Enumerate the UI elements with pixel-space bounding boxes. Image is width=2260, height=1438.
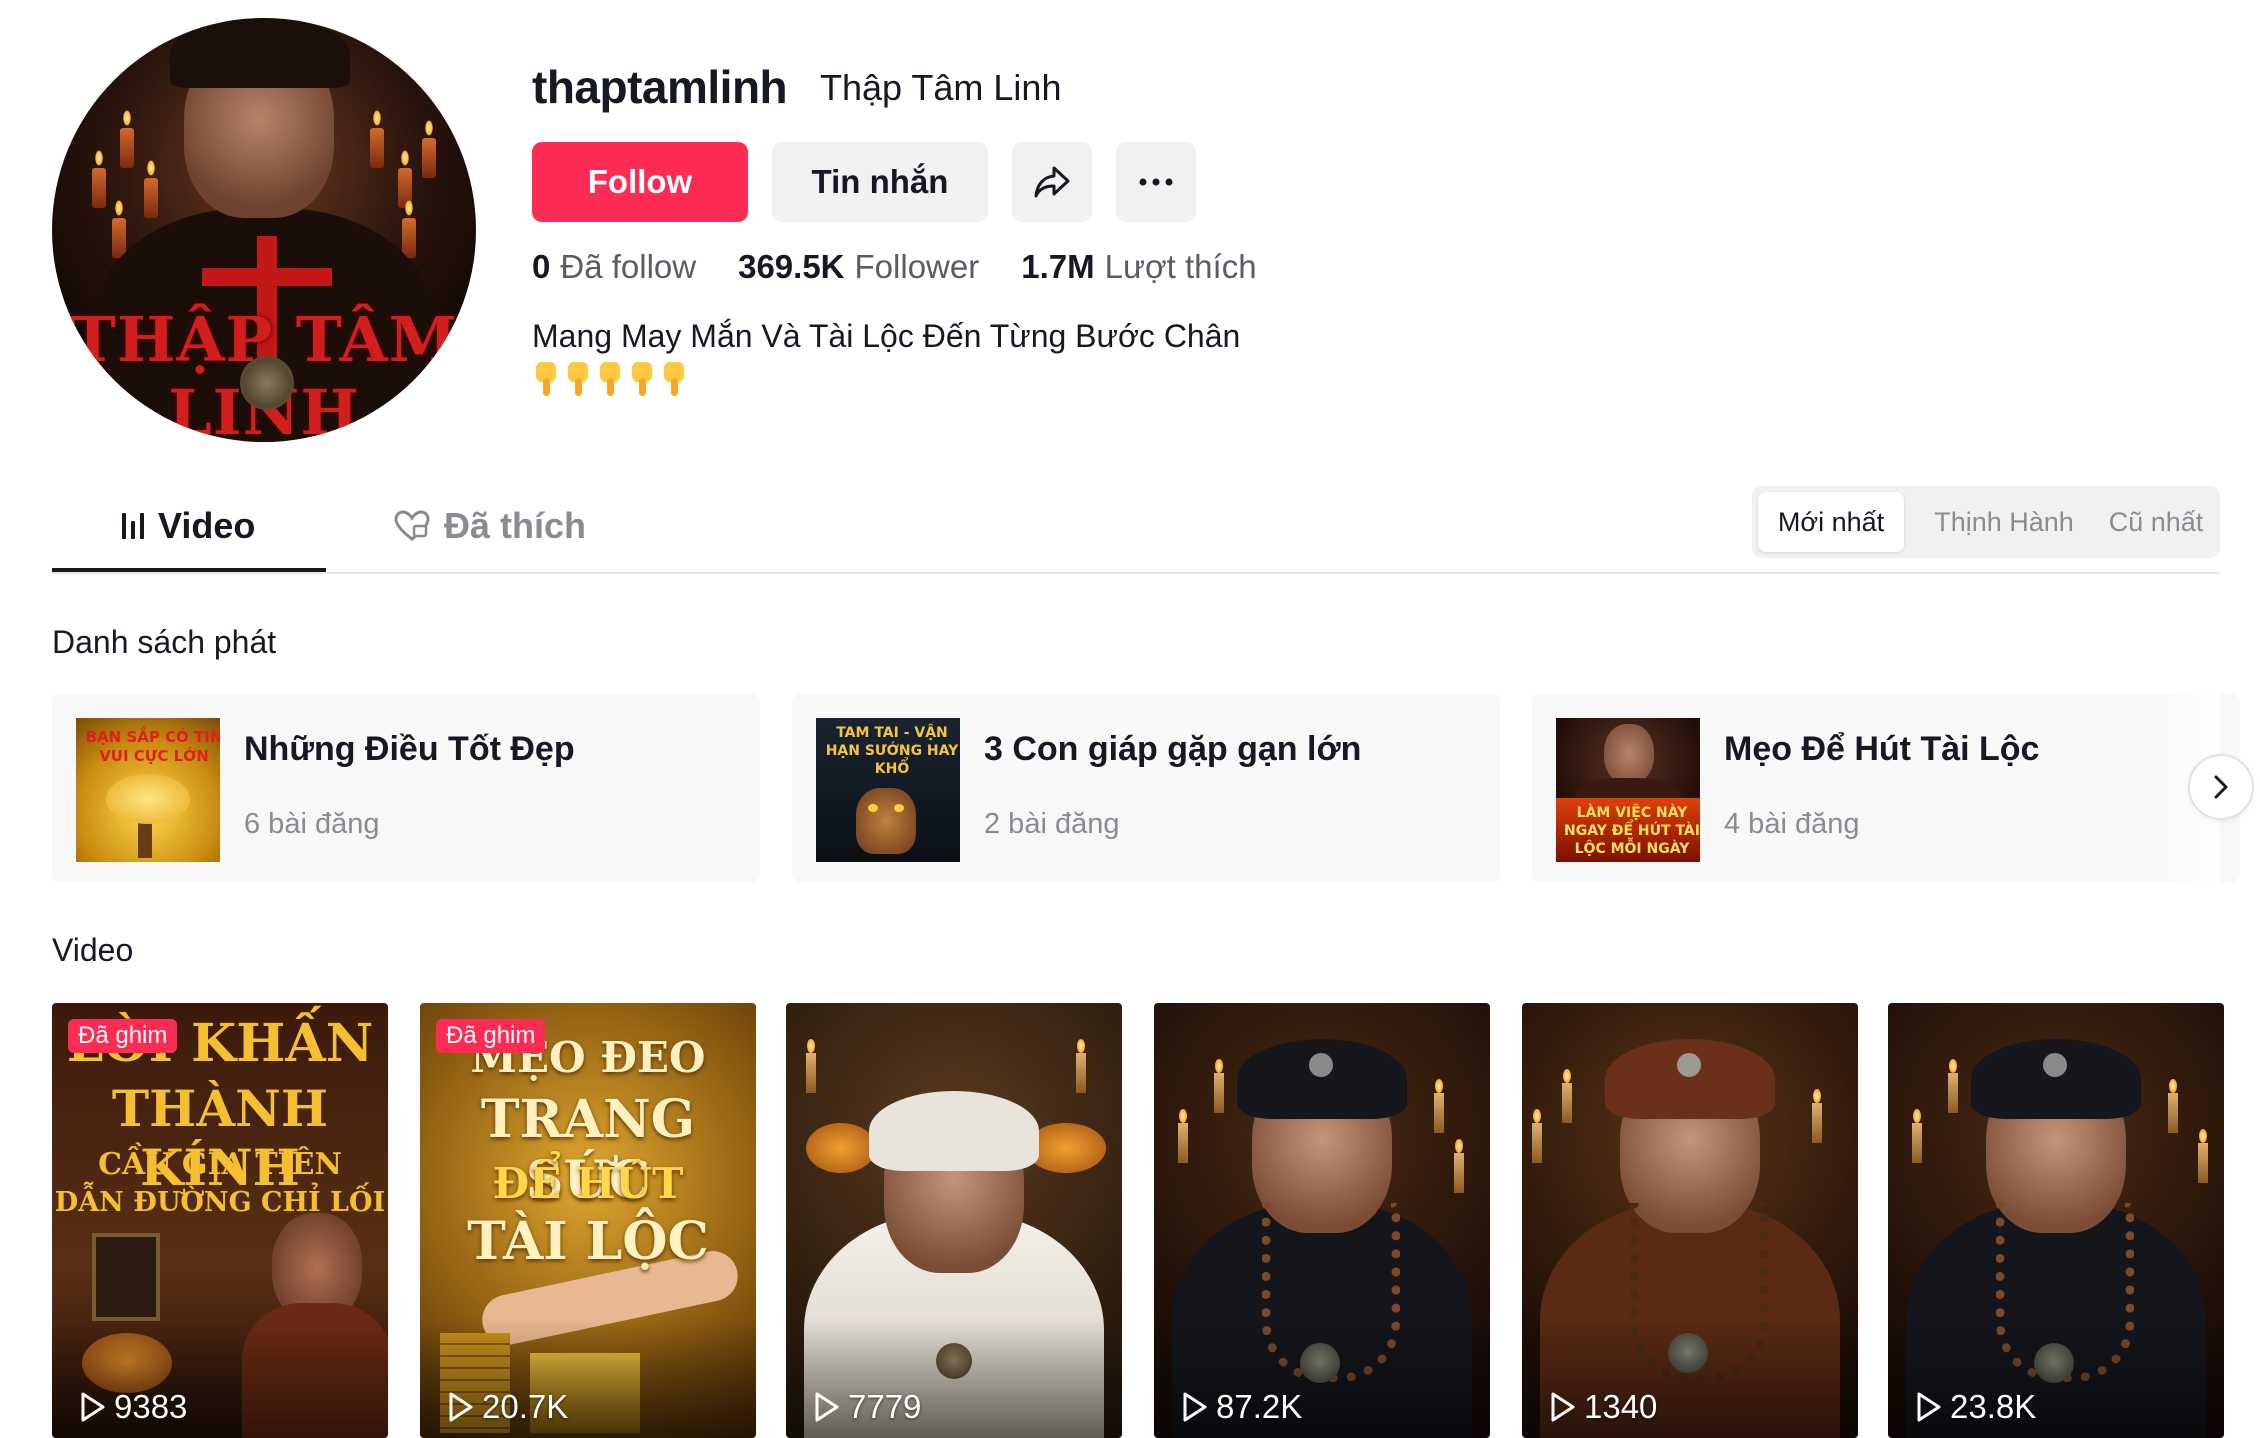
video-card[interactable]: 87.2K <box>1154 1003 1490 1438</box>
play-icon <box>1183 1392 1207 1422</box>
playlist-card[interactable]: LÀM VIỆC NÀY NGAY ĐỂ HÚT TÀI LỘC MỖI NGÀ… <box>1532 694 2240 882</box>
profile-bio: Mang May Mắn Và Tài Lộc Đến Từng Bước Ch… <box>532 318 1241 354</box>
active-tab-indicator <box>52 568 326 572</box>
sort-toggle: Mới nhất Thịnh Hành Cũ nhất <box>1752 486 2220 558</box>
pointing-down-icon <box>564 362 592 396</box>
video-card[interactable]: Đã ghim MẸO ĐEO TRANG SỨC ĐỂ HÚT TÀI LỘC… <box>420 1003 756 1438</box>
follower-count[interactable]: 369.5K Follower <box>738 248 979 286</box>
video-card[interactable]: Đã ghim LỜI KHẤN THÀNH KÍNH CẦU GIA TIÊN… <box>52 1003 388 1438</box>
profile-avatar[interactable]: THẬP TÂM LINH <box>52 18 476 442</box>
playlist-name: Những Điều Tốt Đẹp <box>244 730 575 768</box>
play-icon <box>81 1392 105 1422</box>
playlist-card[interactable]: TAM TAI - VẬN HẠN SƯỚNG HAY KHỔ 3 Con gi… <box>792 694 1500 882</box>
play-icon <box>815 1392 839 1422</box>
sort-trending[interactable]: Thịnh Hành <box>1914 492 2094 552</box>
playlist-name: Mẹo Để Hút Tài Lộc <box>1724 730 2040 768</box>
video-card[interactable]: 1340 <box>1522 1003 1858 1438</box>
view-count: 1340 <box>1550 1388 1657 1426</box>
view-count: 9383 <box>80 1388 187 1426</box>
view-count: 20.7K <box>448 1388 568 1426</box>
play-icon <box>449 1392 473 1422</box>
tab-video[interactable]: Video <box>122 505 255 547</box>
playlists-heading: Danh sách phát <box>52 624 277 660</box>
more-icon <box>1139 178 1173 186</box>
chevron-right-icon <box>2214 775 2228 799</box>
view-count: 87.2K <box>1182 1388 1302 1426</box>
view-count: 23.8K <box>1916 1388 2036 1426</box>
grid-bars-icon <box>122 513 144 539</box>
pointing-down-icon <box>532 362 560 396</box>
playlist-thumbnail: TAM TAI - VẬN HẠN SƯỚNG HAY KHỔ <box>816 718 960 862</box>
playlist-card[interactable]: BẠN SẮP CÓ TIN VUI CỰC LỚN Những Điều Tố… <box>52 694 760 882</box>
bio-emoji <box>532 362 688 396</box>
username: thaptamlinh <box>532 61 788 113</box>
following-count[interactable]: 0 Đã follow <box>532 248 696 286</box>
videos-heading: Video <box>52 932 134 968</box>
pinned-badge: Đã ghim <box>68 1019 178 1053</box>
video-card[interactable]: 7779 <box>786 1003 1122 1438</box>
sort-oldest[interactable]: Cũ nhất <box>2094 492 2218 552</box>
view-count: 7779 <box>814 1388 921 1426</box>
heart-lock-icon <box>394 510 430 541</box>
more-options-button[interactable] <box>1116 142 1196 222</box>
playlist-thumbnail: LÀM VIỆC NÀY NGAY ĐỂ HÚT TÀI LỘC MỖI NGÀ… <box>1556 718 1700 862</box>
tab-liked[interactable]: Đã thích <box>394 505 586 547</box>
playlist-post-count: 2 bài đăng <box>984 808 1120 840</box>
pointing-down-icon <box>660 362 688 396</box>
likes-count: 1.7M Lượt thích <box>1021 248 1257 285</box>
tabs-divider <box>52 572 2220 574</box>
video-card[interactable]: 23.8K <box>1888 1003 2224 1438</box>
pointing-down-icon <box>596 362 624 396</box>
message-button[interactable]: Tin nhắn <box>772 142 988 222</box>
playlist-post-count: 6 bài đăng <box>244 808 380 840</box>
playlist-thumbnail: BẠN SẮP CÓ TIN VUI CỰC LỚN <box>76 718 220 862</box>
sort-newest[interactable]: Mới nhất <box>1758 492 1904 552</box>
playlist-name: 3 Con giáp gặp gạn lớn <box>984 730 1362 768</box>
playlist-next-button[interactable] <box>2188 754 2254 820</box>
share-icon <box>1034 166 1070 198</box>
playlist-post-count: 4 bài đăng <box>1724 808 1860 840</box>
share-button[interactable] <box>1012 142 1092 222</box>
nickname: Thập Tâm Linh <box>820 67 1062 108</box>
follow-button[interactable]: Follow <box>532 142 748 222</box>
pointing-down-icon <box>628 362 656 396</box>
play-icon <box>1917 1392 1941 1422</box>
play-icon <box>1551 1392 1575 1422</box>
pinned-badge: Đã ghim <box>436 1019 546 1053</box>
profile-stats: 0 Đã follow 369.5K Follower 1.7M Lượt thích <box>532 248 1257 286</box>
